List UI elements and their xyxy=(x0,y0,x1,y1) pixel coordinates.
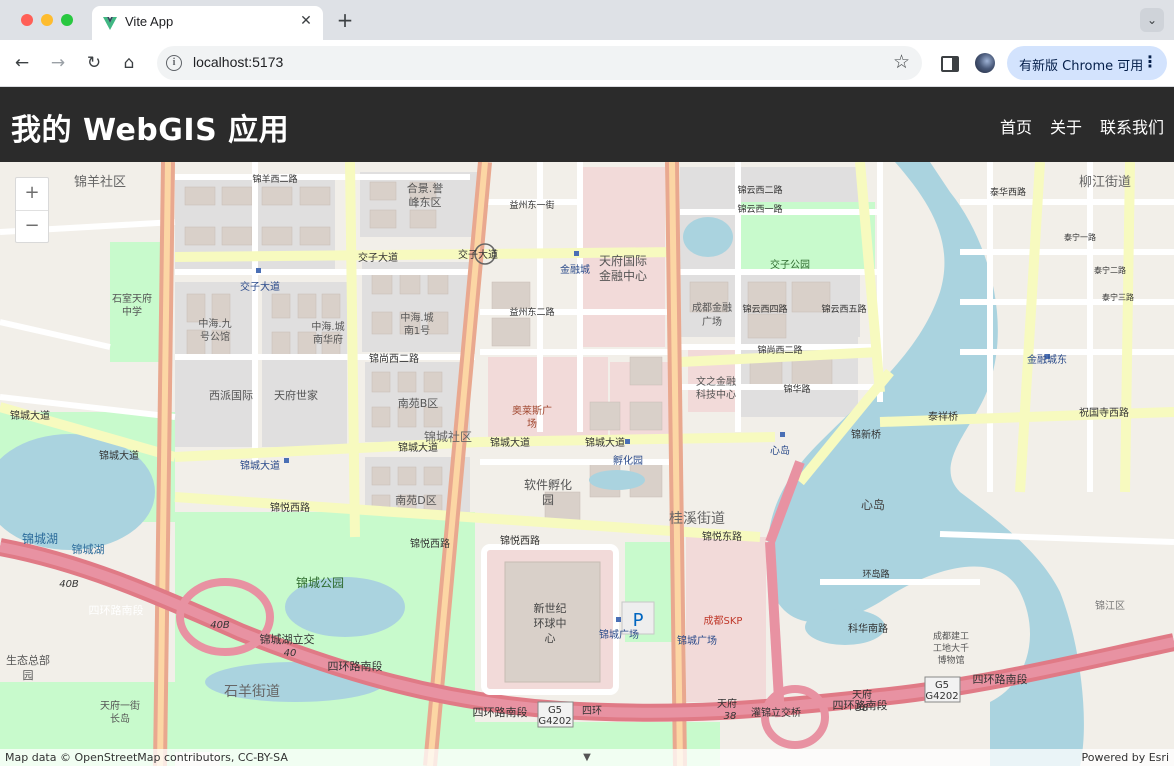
nav-home-link[interactable]: 首页 xyxy=(1000,114,1032,138)
home-button[interactable]: ⌂ xyxy=(117,51,141,75)
attribution-text: Map data © OpenStreetMap contributors, C… xyxy=(5,751,288,764)
browser-tab[interactable]: Vite App ✕ xyxy=(92,6,323,40)
profile-avatar[interactable] xyxy=(975,53,995,73)
window-maximize-button[interactable] xyxy=(61,14,73,26)
window-minimize-button[interactable] xyxy=(41,14,53,26)
url-text[interactable]: localhost:5173 xyxy=(193,54,283,70)
zoom-in-button[interactable]: + xyxy=(16,178,48,211)
app-nav: 首页 关于 联系我们 xyxy=(1000,114,1164,138)
basemap[interactable]: P xyxy=(0,162,1174,766)
parking-icon: P xyxy=(633,610,644,631)
back-button[interactable]: ← xyxy=(10,51,34,75)
browser-toolbar: ← → ↻ ⌂ i localhost:5173 ☆ 有新版 Chrome 可用… xyxy=(0,40,1174,87)
menu-icon[interactable]: ⋮ xyxy=(1142,52,1158,71)
reload-button[interactable]: ↻ xyxy=(82,51,106,75)
update-label: 有新版 Chrome 可用 xyxy=(1019,59,1144,74)
powered-by-text: Powered by Esri xyxy=(1081,751,1169,764)
vite-icon xyxy=(103,17,117,30)
nav-about-link[interactable]: 关于 xyxy=(1050,114,1082,138)
forward-button[interactable]: → xyxy=(46,51,70,75)
map-attribution: Map data © OpenStreetMap contributors, C… xyxy=(0,749,1174,766)
side-panel-icon[interactable] xyxy=(941,56,959,72)
window-close-button[interactable] xyxy=(21,14,33,26)
zoom-out-button[interactable]: − xyxy=(16,211,48,243)
new-tab-button[interactable]: + xyxy=(334,9,356,31)
chrome-update-button[interactable]: 有新版 Chrome 可用 ⋮ xyxy=(1007,46,1167,80)
app-header: 我的 WebGIS 应用 首页 关于 联系我们 xyxy=(0,87,1174,162)
bookmark-star-icon[interactable]: ☆ xyxy=(893,51,910,73)
tab-list-button[interactable]: ⌄ xyxy=(1140,8,1164,32)
browser-tab-bar: Vite App ✕ + ⌄ xyxy=(0,0,1174,40)
map-view[interactable]: P 锦羊社区 柳江街道 锦城社区 桂溪街道 石羊街道 锦城公园 锦城湖 锦城湖 … xyxy=(0,162,1174,766)
address-bar[interactable]: i localhost:5173 ☆ xyxy=(157,46,922,80)
tab-close-icon[interactable]: ✕ xyxy=(297,12,315,30)
nav-contact-link[interactable]: 联系我们 xyxy=(1100,114,1164,138)
tab-title: Vite App xyxy=(125,14,174,29)
site-info-icon[interactable]: i xyxy=(166,55,182,71)
page-title: 我的 WebGIS 应用 xyxy=(11,113,290,148)
zoom-control: + − xyxy=(15,177,49,243)
attribution-toggle-icon[interactable]: ▼ xyxy=(578,750,596,766)
